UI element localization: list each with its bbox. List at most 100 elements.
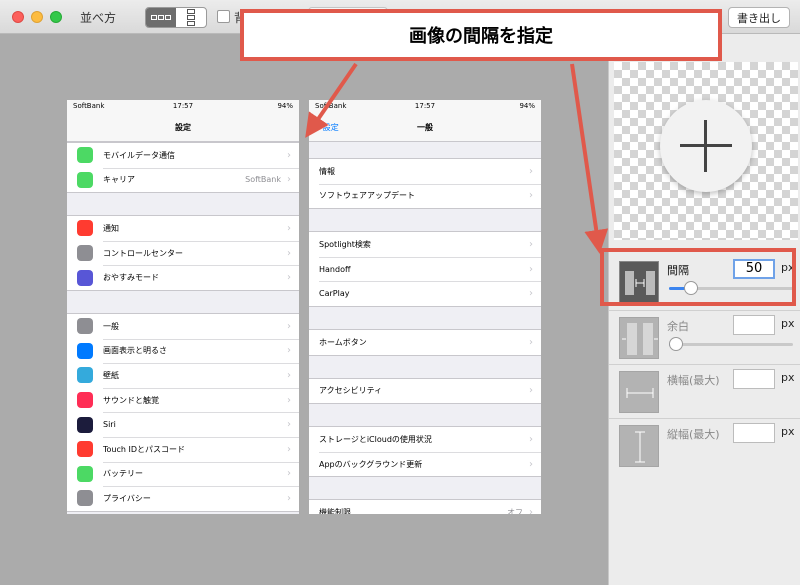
settings-row[interactable]: 画面表示と明るさ › bbox=[67, 338, 299, 364]
chevron-right-icon: › bbox=[287, 174, 291, 186]
settings-row[interactable]: Siri › bbox=[67, 412, 299, 437]
time-label: 17:57 bbox=[414, 102, 436, 110]
settings-icon bbox=[77, 171, 93, 188]
vertical-layout-button[interactable] bbox=[176, 8, 206, 27]
settings-row[interactable]: 通知 › bbox=[67, 216, 299, 241]
settings-row[interactable]: 情報 › bbox=[309, 159, 541, 184]
settings-icon bbox=[77, 342, 93, 359]
phone-screenshot-settings[interactable]: SoftBank 17:57 94% 設定 モバイルデータ通信 › キャリア Soft… bbox=[67, 100, 299, 514]
chevron-right-icon: › bbox=[287, 394, 291, 406]
add-image-icon[interactable] bbox=[660, 100, 752, 192]
settings-row-label: Spotlight検索 bbox=[319, 239, 371, 249]
chevron-right-icon: › bbox=[287, 419, 291, 431]
settings-row[interactable]: Appのバックグラウンド更新 › bbox=[309, 451, 541, 477]
settings-row-label: ストレージとiCloudの使用状況 bbox=[319, 434, 432, 444]
settings-row[interactable]: ホームボタン › bbox=[309, 330, 541, 355]
layout-segmented-control[interactable] bbox=[145, 7, 207, 28]
settings-list: モバイルデータ通信 › キャリア SoftBank › 通知 › コントロールセンター › おやす… bbox=[67, 142, 299, 512]
chevron-right-icon: › bbox=[529, 385, 533, 397]
max-height-label: 縦幅(最大) bbox=[667, 428, 720, 441]
settings-group: ストレージとiCloudの使用状況 › Appのバックグラウンド更新 › bbox=[309, 426, 541, 478]
settings-icon bbox=[77, 220, 93, 237]
chevron-right-icon: › bbox=[287, 345, 291, 357]
settings-row-label: 画面表示と明るさ bbox=[103, 346, 167, 356]
chevron-right-icon: › bbox=[529, 433, 533, 445]
settings-row-label: Handoff bbox=[319, 264, 351, 274]
chevron-right-icon: › bbox=[529, 238, 533, 250]
settings-row[interactable]: 壁紙 › bbox=[67, 363, 299, 388]
settings-row[interactable]: アクセシビリティ › bbox=[309, 379, 541, 404]
settings-row[interactable]: ストレージとiCloudの使用状況 › bbox=[309, 427, 541, 452]
settings-row-label: 壁紙 bbox=[103, 370, 119, 380]
margin-unit: px bbox=[781, 317, 795, 330]
background-checkbox[interactable] bbox=[217, 10, 230, 23]
nav-bar: ‹ 設定 一般 bbox=[309, 112, 541, 142]
settings-row[interactable]: Spotlight検索 › bbox=[309, 232, 541, 257]
settings-icon bbox=[77, 441, 93, 458]
settings-panel: 間隔 50 px 余白 px 横幅(最大) px 縦幅(最大) px bbox=[608, 34, 800, 585]
horizontal-layout-button[interactable] bbox=[146, 8, 176, 27]
nav-title: 設定 bbox=[175, 123, 191, 132]
settings-row-label: キャリア bbox=[103, 175, 135, 185]
margin-row: 余白 px bbox=[609, 312, 800, 364]
settings-row[interactable]: 一般 › bbox=[67, 314, 299, 339]
vertical-layout-icon bbox=[187, 9, 195, 26]
settings-row[interactable]: バッテリー › bbox=[67, 461, 299, 487]
settings-icon bbox=[77, 367, 93, 384]
chevron-right-icon: › bbox=[529, 458, 533, 470]
settings-row-label: バッテリー bbox=[103, 469, 143, 479]
margin-input[interactable] bbox=[733, 315, 775, 335]
chevron-right-icon: › bbox=[529, 507, 533, 514]
settings-row-label: 機能制限 bbox=[319, 508, 351, 514]
settings-row[interactable]: プライバシー › bbox=[67, 486, 299, 511]
settings-row[interactable]: 機能制限 オフ › bbox=[309, 500, 541, 514]
time-label: 17:57 bbox=[172, 102, 194, 110]
export-button[interactable]: 書き出し bbox=[728, 7, 790, 28]
chevron-right-icon: › bbox=[529, 263, 533, 275]
chevron-right-icon: › bbox=[287, 149, 291, 161]
settings-group: 機能制限 オフ › bbox=[309, 499, 541, 514]
max-height-unit: px bbox=[781, 425, 795, 438]
settings-row[interactable]: サウンドと触覚 › bbox=[67, 387, 299, 413]
image-drop-area[interactable] bbox=[614, 62, 798, 240]
margin-slider-knob[interactable] bbox=[669, 337, 683, 351]
chevron-right-icon: › bbox=[529, 190, 533, 202]
settings-row-label: おやすみモード bbox=[103, 273, 159, 283]
settings-row[interactable]: CarPlay › bbox=[309, 281, 541, 306]
chevron-right-icon: › bbox=[287, 492, 291, 504]
settings-icon bbox=[77, 245, 93, 262]
max-width-row: 横幅(最大) px bbox=[609, 366, 800, 418]
settings-icon bbox=[77, 416, 93, 433]
chevron-right-icon: › bbox=[287, 320, 291, 332]
settings-row[interactable]: おやすみモード › bbox=[67, 265, 299, 290]
arrow-to-spacing bbox=[570, 63, 609, 254]
settings-row-label: Appのバックグラウンド更新 bbox=[319, 459, 423, 469]
window-title: 並べ方 bbox=[80, 11, 117, 25]
settings-row-value: オフ bbox=[507, 508, 523, 514]
margin-icon bbox=[619, 317, 659, 359]
settings-row[interactable]: ソフトウェアアップデート › bbox=[309, 183, 541, 209]
nav-title: 一般 bbox=[417, 123, 433, 132]
phone-screenshot-general[interactable]: SoftBank 17:57 94% ‹ 設定 一般 情報 › ソフトウェアアップデ… bbox=[309, 100, 541, 514]
settings-row[interactable]: Touch IDとパスコード › bbox=[67, 436, 299, 462]
settings-row[interactable]: コントロールセンター › bbox=[67, 240, 299, 266]
settings-row[interactable]: モバイルデータ通信 › bbox=[67, 143, 299, 168]
zoom-window-button[interactable] bbox=[50, 11, 62, 23]
settings-row[interactable]: Handoff › bbox=[309, 256, 541, 282]
close-window-button[interactable] bbox=[12, 11, 24, 23]
settings-row-label: Siri bbox=[103, 420, 116, 430]
max-width-input[interactable] bbox=[733, 369, 775, 389]
settings-icon bbox=[77, 465, 93, 482]
margin-slider[interactable] bbox=[669, 337, 793, 351]
settings-row-label: 情報 bbox=[319, 166, 335, 176]
settings-row-label: ホームボタン bbox=[319, 337, 367, 347]
spacing-highlight bbox=[600, 248, 796, 306]
settings-row-label: CarPlay bbox=[319, 289, 350, 299]
settings-row[interactable]: キャリア SoftBank › bbox=[67, 167, 299, 193]
minimize-window-button[interactable] bbox=[31, 11, 43, 23]
max-height-input[interactable] bbox=[733, 423, 775, 443]
